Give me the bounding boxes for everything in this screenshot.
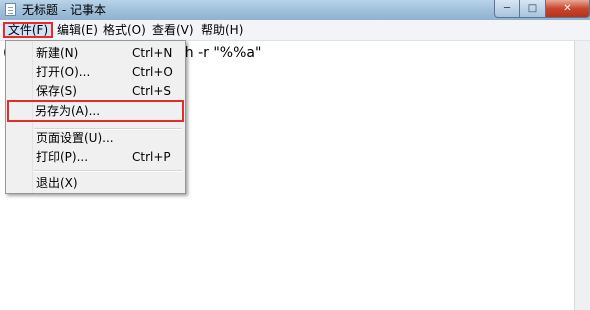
menu-item-open[interactable]: 打开(O)... Ctrl+O [8,62,183,82]
minimize-button[interactable]: ─ [494,0,520,18]
menu-item-label: 页面设置(U)... [36,131,114,145]
menu-item-label: 保存(S) [36,84,77,98]
menu-item-new[interactable]: 新建(N) Ctrl+N [8,43,183,63]
menu-separator [34,170,182,172]
menu-item-shortcut: Ctrl+S [132,84,172,98]
menu-item-shortcut: Ctrl+O [132,65,173,79]
menu-item-shortcut: Ctrl+N [132,46,173,60]
close-button[interactable]: ✕ [546,0,590,18]
menu-item-label: 新建(N) [36,46,79,60]
menu-item-print[interactable]: 打印(P)... Ctrl+P [8,147,183,167]
menu-item-label: 打开(O)... [36,65,91,79]
window-title: 无标题 - 记事本 [22,3,106,17]
menu-item-shortcut: Ctrl+P [132,150,171,164]
menu-item-save-as[interactable]: 另存为(A)... [7,100,184,122]
title-bar[interactable]: 无标题 - 记事本 ─ □ ✕ [0,0,590,20]
window-controls: ─ □ ✕ [494,0,590,19]
maximize-icon: □ [527,3,538,14]
menu-view[interactable]: 查看(V) [149,22,197,38]
menu-item-page-setup[interactable]: 页面设置(U)... [8,128,183,148]
menu-item-exit[interactable]: 退出(X) [8,173,183,193]
menu-item-label: 退出(X) [36,176,78,190]
menu-item-save[interactable]: 保存(S) Ctrl+S [8,81,183,101]
minimize-icon: ─ [503,3,511,14]
notepad-icon [5,3,16,16]
menu-item-label: 打印(P)... [36,150,89,164]
file-menu-dropdown: 新建(N) Ctrl+N 打开(O)... Ctrl+O 保存(S) Ctrl+… [5,40,186,194]
close-icon: ✕ [563,3,572,14]
menu-help[interactable]: 帮助(H) [198,22,246,38]
maximize-button[interactable]: □ [520,0,546,18]
menu-item-label: 另存为(A)... [35,104,101,118]
menu-file[interactable]: 文件(F) [3,22,53,38]
vertical-scrollbar[interactable] [574,41,590,310]
menu-edit[interactable]: 编辑(E) [54,22,101,38]
menu-bar: 文件(F) 编辑(E) 格式(O) 查看(V) 帮助(H) [0,20,590,41]
menu-format[interactable]: 格式(O) [100,22,149,38]
